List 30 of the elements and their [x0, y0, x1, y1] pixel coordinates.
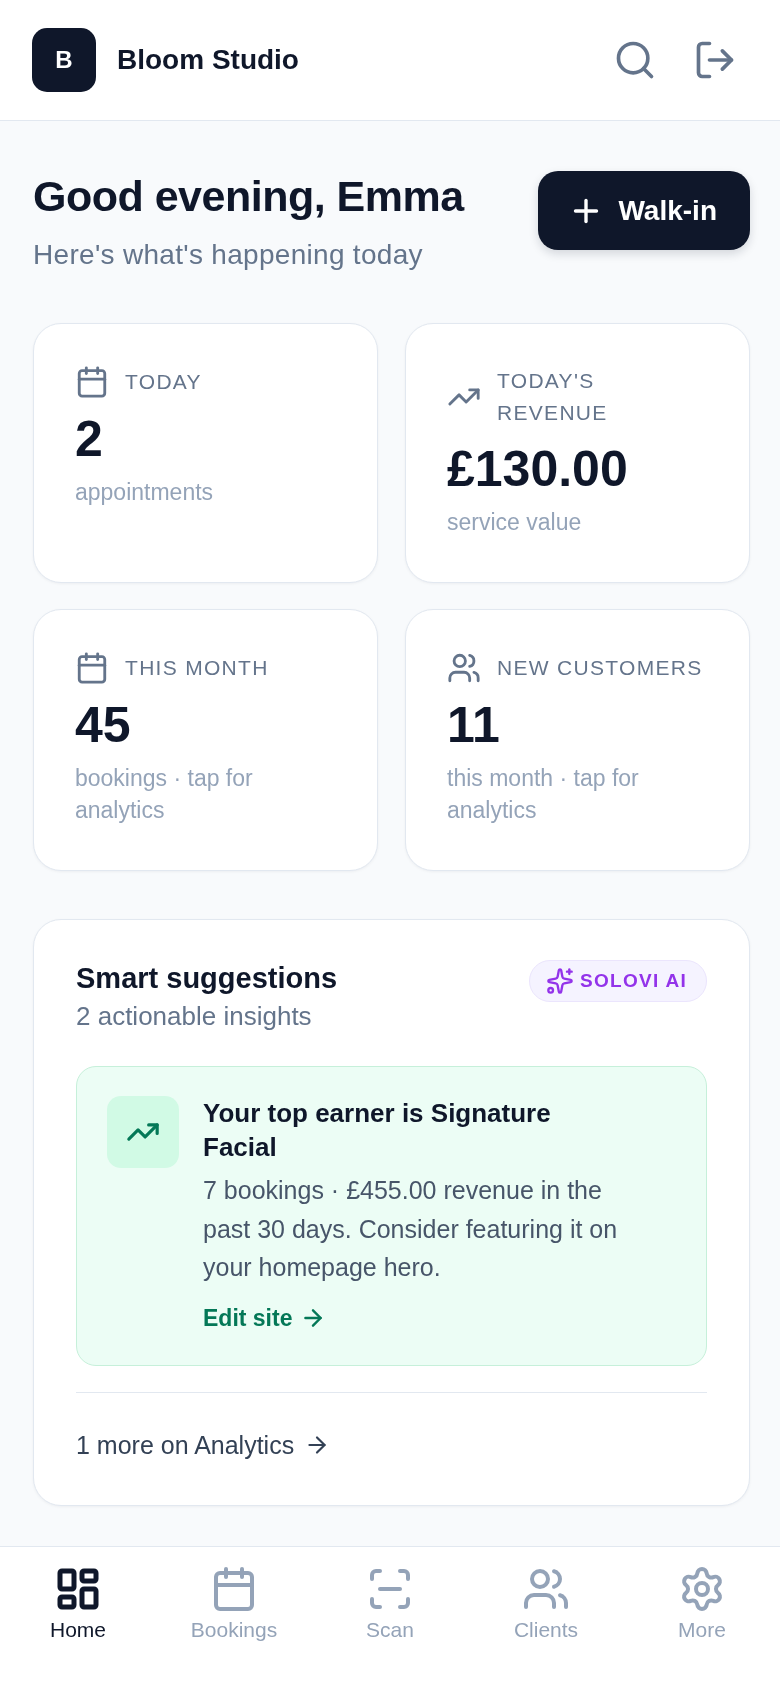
stat-caption: service value	[447, 508, 583, 537]
suggestions-subtitle: 2 actionable insights	[76, 1000, 313, 1032]
walk-in-button[interactable]: Walk-in	[538, 171, 750, 250]
stat-caption: appointments	[75, 478, 215, 507]
stat-value: 2	[75, 410, 104, 468]
app-title: Bloom Studio	[117, 44, 299, 76]
stat-label: THIS MONTH	[125, 655, 269, 681]
analytics-link[interactable]: 1 more on Analytics	[76, 1428, 331, 1461]
stat-value: 11	[447, 696, 501, 754]
greeting-title: Good evening, Emma	[33, 171, 464, 221]
nav-item[interactable]: Home	[50, 1565, 106, 1644]
sparkle-icon	[545, 967, 574, 995]
stat-label: TODAY'S REVENUE	[497, 368, 609, 426]
stat-label: NEW CUSTOMERS	[497, 655, 703, 681]
suggestions-title: Smart suggestions	[76, 961, 338, 996]
greeting-subtitle: Here's what's happening today	[33, 238, 424, 272]
edit-site-link[interactable]: Edit site	[203, 1301, 327, 1334]
stat-caption: bookings · tap for analytics	[75, 764, 254, 825]
insight-title: Your top earner is Signature Facial	[203, 1097, 552, 1164]
calendar-icon	[75, 651, 109, 685]
calendar-icon	[75, 365, 109, 399]
stat-label: TODAY	[125, 369, 202, 395]
trend-up-icon	[107, 1096, 179, 1168]
insight-body: 7 bookings · £455.00 revenue in the past 30 days. Consider featuring it on your homepage hero.	[203, 1175, 619, 1283]
badge-label: SOLOVI AI	[579, 970, 687, 992]
stat-value: £130.00	[447, 440, 629, 498]
stat-caption: this month · tap for analytics	[447, 764, 640, 825]
stat-value: 45	[75, 696, 132, 754]
brand-logo: B	[32, 28, 96, 92]
people-icon	[447, 651, 481, 685]
